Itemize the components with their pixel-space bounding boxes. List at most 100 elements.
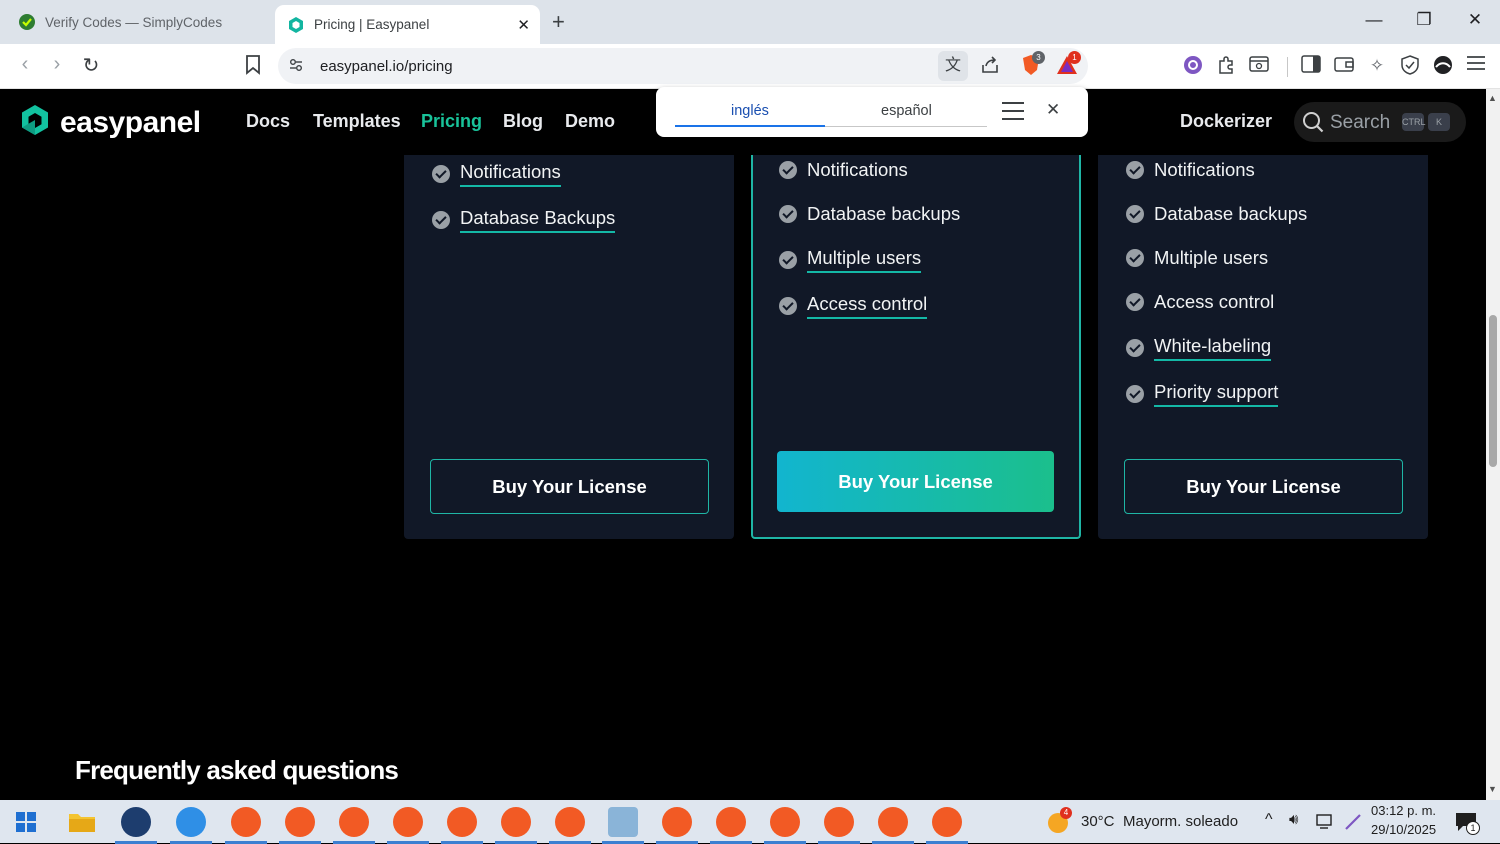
bookmark-icon[interactable] <box>242 55 264 77</box>
browser-app-icon[interactable] <box>170 807 212 844</box>
nav-blog[interactable]: Blog <box>503 111 543 132</box>
buy-license-button[interactable]: Buy Your License <box>1124 459 1403 514</box>
check-circle-icon <box>432 165 450 183</box>
easypanel-logo[interactable]: easypanel <box>18 103 201 142</box>
weather-description[interactable]: Mayorm. soleado <box>1123 813 1238 830</box>
menu-icon[interactable] <box>1465 55 1487 77</box>
feature-item: Notifications <box>432 161 561 187</box>
nav-demo[interactable]: Demo <box>565 111 615 132</box>
wordpress-app-icon[interactable] <box>115 807 157 844</box>
shields-count-badge: 3 <box>1032 51 1045 64</box>
pricing-card-business: Notifications Database backups Multiple … <box>1098 119 1428 539</box>
check-circle-icon <box>779 205 797 223</box>
notepad-app-icon[interactable] <box>602 807 644 844</box>
tab-strip: Verify Codes — SimplyCodes Pricing | Eas… <box>0 0 1500 44</box>
translate-close-icon[interactable]: ✕ <box>1046 100 1060 120</box>
minimize-icon[interactable]: — <box>1362 10 1386 30</box>
feature-label[interactable]: Access control <box>807 293 928 319</box>
new-tab-button[interactable]: + <box>552 9 565 35</box>
extension-simplycodes-icon[interactable] <box>1182 55 1204 77</box>
buy-license-button[interactable]: Buy Your License <box>430 459 709 514</box>
nav-pricing[interactable]: Pricing <box>421 111 482 132</box>
check-circle-icon <box>432 211 450 229</box>
scrollbar-thumb[interactable] <box>1489 315 1497 467</box>
back-icon[interactable]: ‹ <box>13 53 37 76</box>
nav-docs[interactable]: Docs <box>246 111 290 132</box>
scroll-down-arrow-icon[interactable]: ▼ <box>1488 784 1497 794</box>
tab-simplycodes[interactable]: Verify Codes — SimplyCodes <box>8 5 270 39</box>
wallet-icon[interactable] <box>1333 55 1355 77</box>
site-settings-icon[interactable] <box>288 57 304 78</box>
brave-app-icon[interactable] <box>333 807 375 844</box>
search-label: Search <box>1330 112 1391 133</box>
url-text: easypanel.io/pricing <box>320 58 453 75</box>
feature-label[interactable]: Multiple users <box>807 247 922 273</box>
restore-icon[interactable]: ❐ <box>1412 10 1436 30</box>
translate-options-menu-icon[interactable] <box>1001 101 1025 126</box>
feature-item: Access control <box>1126 291 1274 313</box>
windows-start-icon[interactable] <box>16 812 36 837</box>
show-hidden-icons-chevron-icon[interactable]: ^ <box>1265 811 1273 829</box>
pricing-card-basic: Notifications Database Backups Buy Your … <box>404 119 734 539</box>
brave-app-icon[interactable] <box>818 807 860 844</box>
translate-lang-target[interactable]: español <box>881 103 932 119</box>
brave-app-icon[interactable] <box>926 807 968 844</box>
feature-item: Database backups <box>779 203 960 225</box>
brave-app-icon[interactable] <box>764 807 806 844</box>
feature-label: Notifications <box>1154 159 1255 180</box>
clock-time[interactable]: 03:12 p. m. <box>1371 803 1436 818</box>
feature-item: Notifications <box>1126 159 1255 181</box>
tab-title: Verify Codes — SimplyCodes <box>45 14 223 30</box>
feature-item: Database backups <box>1126 203 1307 225</box>
close-tab-icon[interactable]: ✕ <box>517 16 530 34</box>
buy-license-button-primary[interactable]: Buy Your License <box>777 451 1054 512</box>
feature-label[interactable]: Database Backups <box>460 207 616 233</box>
feature-label: Multiple users <box>1154 247 1269 268</box>
share-icon[interactable] <box>980 55 1000 80</box>
site-search-button[interactable]: Search CTRL K <box>1294 102 1466 142</box>
brave-app-icon[interactable] <box>872 807 914 844</box>
reload-icon[interactable]: ↻ <box>79 53 103 78</box>
forward-icon[interactable]: › <box>45 53 69 76</box>
brave-app-icon[interactable] <box>279 807 321 844</box>
page-scrollbar[interactable]: ▲ ▼ <box>1486 89 1500 800</box>
feature-item: White-labeling <box>1126 335 1272 361</box>
nav-templates[interactable]: Templates <box>313 111 401 132</box>
brave-app-icon[interactable] <box>495 807 537 844</box>
feature-label[interactable]: Notifications <box>460 161 561 187</box>
vpn-icon[interactable] <box>1399 55 1421 77</box>
toolbar-divider <box>1287 57 1288 77</box>
close-window-icon[interactable]: ✕ <box>1463 10 1487 30</box>
extensions-icon[interactable] <box>1215 55 1237 77</box>
sidebar-icon[interactable] <box>1300 55 1322 77</box>
profile-avatar-icon[interactable] <box>1432 55 1454 77</box>
feature-label[interactable]: Priority support <box>1154 381 1279 407</box>
pen-icon[interactable] <box>1344 813 1362 836</box>
brave-app-icon[interactable] <box>549 807 591 844</box>
feature-label[interactable]: White-labeling <box>1154 335 1272 361</box>
translate-icon[interactable]: 文 <box>938 51 968 81</box>
nav-dockerizer[interactable]: Dockerizer <box>1180 111 1272 132</box>
feature-item: Priority support <box>1126 381 1279 407</box>
leo-ai-icon[interactable]: ✧ <box>1366 55 1388 77</box>
weather-temp[interactable]: 30°C <box>1081 813 1115 830</box>
check-circle-icon <box>1126 161 1144 179</box>
brave-app-icon[interactable] <box>225 807 267 844</box>
brave-app-icon[interactable] <box>656 807 698 844</box>
translate-popup: inglés español ✕ <box>656 87 1088 137</box>
brave-app-icon[interactable] <box>710 807 752 844</box>
brave-app-icon[interactable] <box>387 807 429 844</box>
tab-search-icon[interactable] <box>1248 55 1270 77</box>
clock-date[interactable]: 29/10/2025 <box>1371 822 1436 837</box>
translate-lang-source[interactable]: inglés <box>731 103 769 119</box>
network-icon[interactable] <box>1316 814 1336 835</box>
feature-item: Notifications <box>779 159 908 181</box>
file-explorer-icon[interactable] <box>68 810 96 839</box>
address-bar[interactable]: easypanel.io/pricing 文 3 1 <box>278 48 1088 84</box>
faq-heading: Frequently asked questions <box>75 755 399 785</box>
volume-icon[interactable]: 🔊︎ <box>1289 811 1298 828</box>
feature-item: Multiple users <box>779 247 922 273</box>
brave-app-icon[interactable] <box>441 807 483 844</box>
tab-easypanel-pricing[interactable]: Pricing | Easypanel ✕ <box>275 5 540 44</box>
scroll-up-arrow-icon[interactable]: ▲ <box>1488 93 1497 103</box>
